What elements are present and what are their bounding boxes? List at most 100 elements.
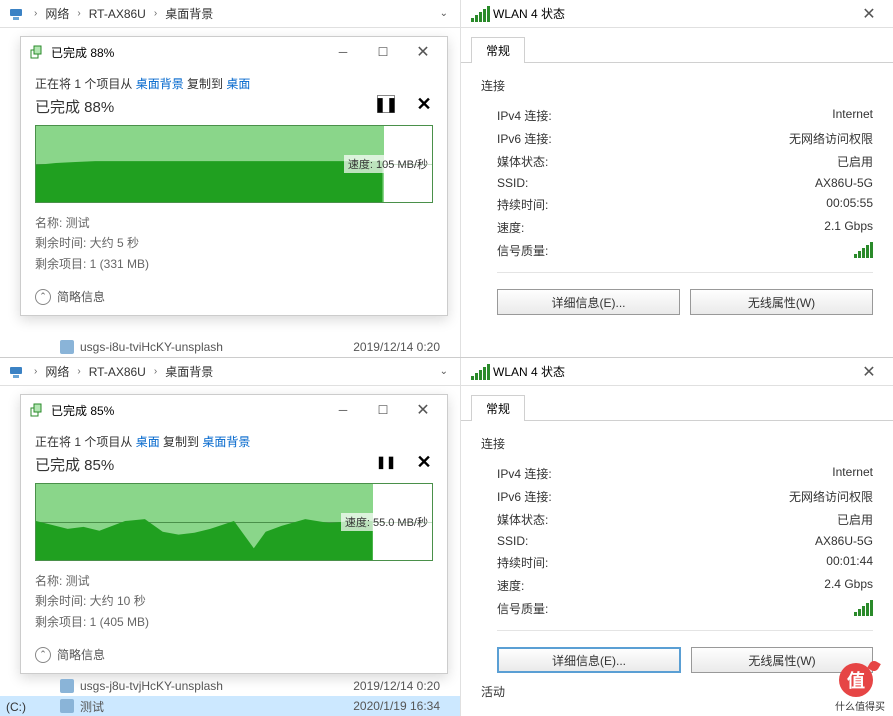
speed-label: 速度: 55.0 MB/秒 [341,513,432,531]
remain-time-label: 剩余时间: [35,236,90,250]
remain-items-value: 1 (405 MB) [90,615,149,629]
remain-items-label: 剩余项目: [35,615,90,629]
maximize-button[interactable]: ☐ [363,396,403,424]
chevron-right-icon: › [77,366,80,377]
remain-time-label: 剩余时间: [35,594,90,608]
wlan-titlebar[interactable]: WLAN 4 状态 ✕ [461,358,893,386]
breadcrumb[interactable]: › 网络 › RT-AX86U › 桌面背景 ⌄ [0,358,460,386]
ipv6-label: IPv6 连接: [497,130,617,147]
cancel-button[interactable]: ✕ [415,95,433,113]
ssid-value: AX86U-5G [815,176,873,190]
wlan-title: WLAN 4 状态 [493,363,851,380]
close-button[interactable]: ✕ [851,1,887,27]
name-value: 测试 [66,574,90,588]
media-state-label: 媒体状态: [497,511,617,528]
connection-section-heading: 连接 [481,77,873,94]
copy-description: 正在将 1 个项目从 桌面背景 复制到 桌面 [35,75,433,92]
signal-value [854,242,873,261]
breadcrumb-item[interactable]: 网络 [43,363,71,380]
copy-title: 已完成 88% [51,44,323,61]
connection-section-heading: 连接 [481,435,873,452]
wireless-properties-button[interactable]: 无线属性(W) [690,289,873,315]
breadcrumb[interactable]: › 网络 › RT-AX86U › 桌面背景 ⌄ [0,0,460,28]
speed-chart: 速度: 105 MB/秒 [35,125,433,203]
wlan-titlebar[interactable]: WLAN 4 状态 ✕ [461,0,893,28]
name-label: 名称: [35,574,66,588]
speed-label: 速度: [497,219,617,236]
ipv6-label: IPv6 连接: [497,488,617,505]
ssid-value: AX86U-5G [815,534,873,548]
smzdm-logo: 值 什么值得买 [813,655,893,715]
ipv4-value: Internet [832,465,873,482]
wlan-title: WLAN 4 状态 [493,5,851,22]
breadcrumb-dropdown[interactable]: ⌄ [440,8,456,19]
copy-icon [29,402,45,418]
dst-link[interactable]: 桌面 [226,77,250,91]
copy-titlebar[interactable]: 已完成 85% ─ ☐ ✕ [21,395,447,425]
file-date: 2019/12/14 0:20 [353,340,460,354]
copy-progress-heading: 已完成 85% [35,454,433,475]
close-button[interactable]: ✕ [851,359,887,385]
breadcrumb-item[interactable]: 网络 [43,5,71,22]
dst-link[interactable]: 桌面背景 [202,435,250,449]
details-button[interactable]: 详细信息(E)... [497,289,680,315]
copy-description: 正在将 1 个项目从 桌面 复制到 桌面背景 [35,433,433,450]
src-link[interactable]: 桌面背景 [136,77,184,91]
file-name: usgs-i8u-tviHcKY-unsplash [80,340,223,354]
duration-label: 持续时间: [497,554,617,571]
src-link[interactable]: 桌面 [136,435,160,449]
close-button[interactable]: ✕ [403,38,443,66]
ssid-label: SSID: [497,534,617,548]
wifi-icon [471,6,487,22]
breadcrumb-item[interactable]: 桌面背景 [163,363,215,380]
ipv4-label: IPv4 连接: [497,107,617,124]
chevron-right-icon: › [34,366,37,377]
file-date: 2019/12/14 0:20 [353,679,460,693]
wifi-icon [471,364,487,380]
pause-button[interactable]: ❚❚ [377,95,395,113]
media-state-value: 已启用 [837,511,873,528]
speed-value: 2.4 Gbps [824,577,873,594]
breadcrumb-item[interactable]: 桌面背景 [163,5,215,22]
network-icon [8,364,24,380]
duration-value: 00:05:55 [826,196,873,213]
file-row[interactable]: usgs-i8u-tviHcKY-unsplash 2019/12/14 0:2… [0,337,460,357]
breadcrumb-item[interactable]: RT-AX86U [87,7,148,21]
pause-button[interactable]: ❚❚ [377,453,395,471]
minimize-button[interactable]: ─ [323,38,363,66]
breadcrumb-item[interactable]: RT-AX86U [87,365,148,379]
details-button[interactable]: 详细信息(E)... [497,647,681,673]
tab-general[interactable]: 常规 [471,395,525,421]
media-state-label: 媒体状态: [497,153,617,170]
ssid-label: SSID: [497,176,617,190]
copy-titlebar[interactable]: 已完成 88% ─ ☐ ✕ [21,37,447,67]
remain-items-label: 剩余项目: [35,257,90,271]
media-state-value: 已启用 [837,153,873,170]
chevron-right-icon: › [154,366,157,377]
file-row[interactable]: 测试 2020/1/19 16:34 [0,696,460,716]
toggle-details[interactable]: ⌃ 简略信息 [35,646,433,663]
chevron-right-icon: › [154,8,157,19]
network-icon [8,6,24,22]
maximize-button[interactable]: ☐ [363,38,403,66]
breadcrumb-dropdown[interactable]: ⌄ [440,366,456,377]
close-button[interactable]: ✕ [403,396,443,424]
signal-label: 信号质量: [497,242,617,261]
drive-label[interactable]: (C:) [6,700,26,714]
cancel-button[interactable]: ✕ [415,453,433,471]
tab-general[interactable]: 常规 [471,37,525,63]
file-icon [60,699,74,713]
minimize-button[interactable]: ─ [323,396,363,424]
toggle-details[interactable]: ⌃ 简略信息 [35,288,433,305]
ipv6-value: 无网络访问权限 [789,130,873,147]
chevron-up-icon: ⌃ [35,289,51,305]
file-name: 测试 [80,698,104,715]
chevron-right-icon: › [77,8,80,19]
speed-value: 2.1 Gbps [824,219,873,236]
file-row[interactable]: usgs-j8u-tvjHcKY-unsplash 2019/12/14 0:2… [0,676,460,696]
file-name: usgs-j8u-tvjHcKY-unsplash [80,679,223,693]
wlan-tabs: 常规 [461,386,893,421]
duration-value: 00:01:44 [826,554,873,571]
copy-icon [29,44,45,60]
ipv4-label: IPv4 连接: [497,465,617,482]
